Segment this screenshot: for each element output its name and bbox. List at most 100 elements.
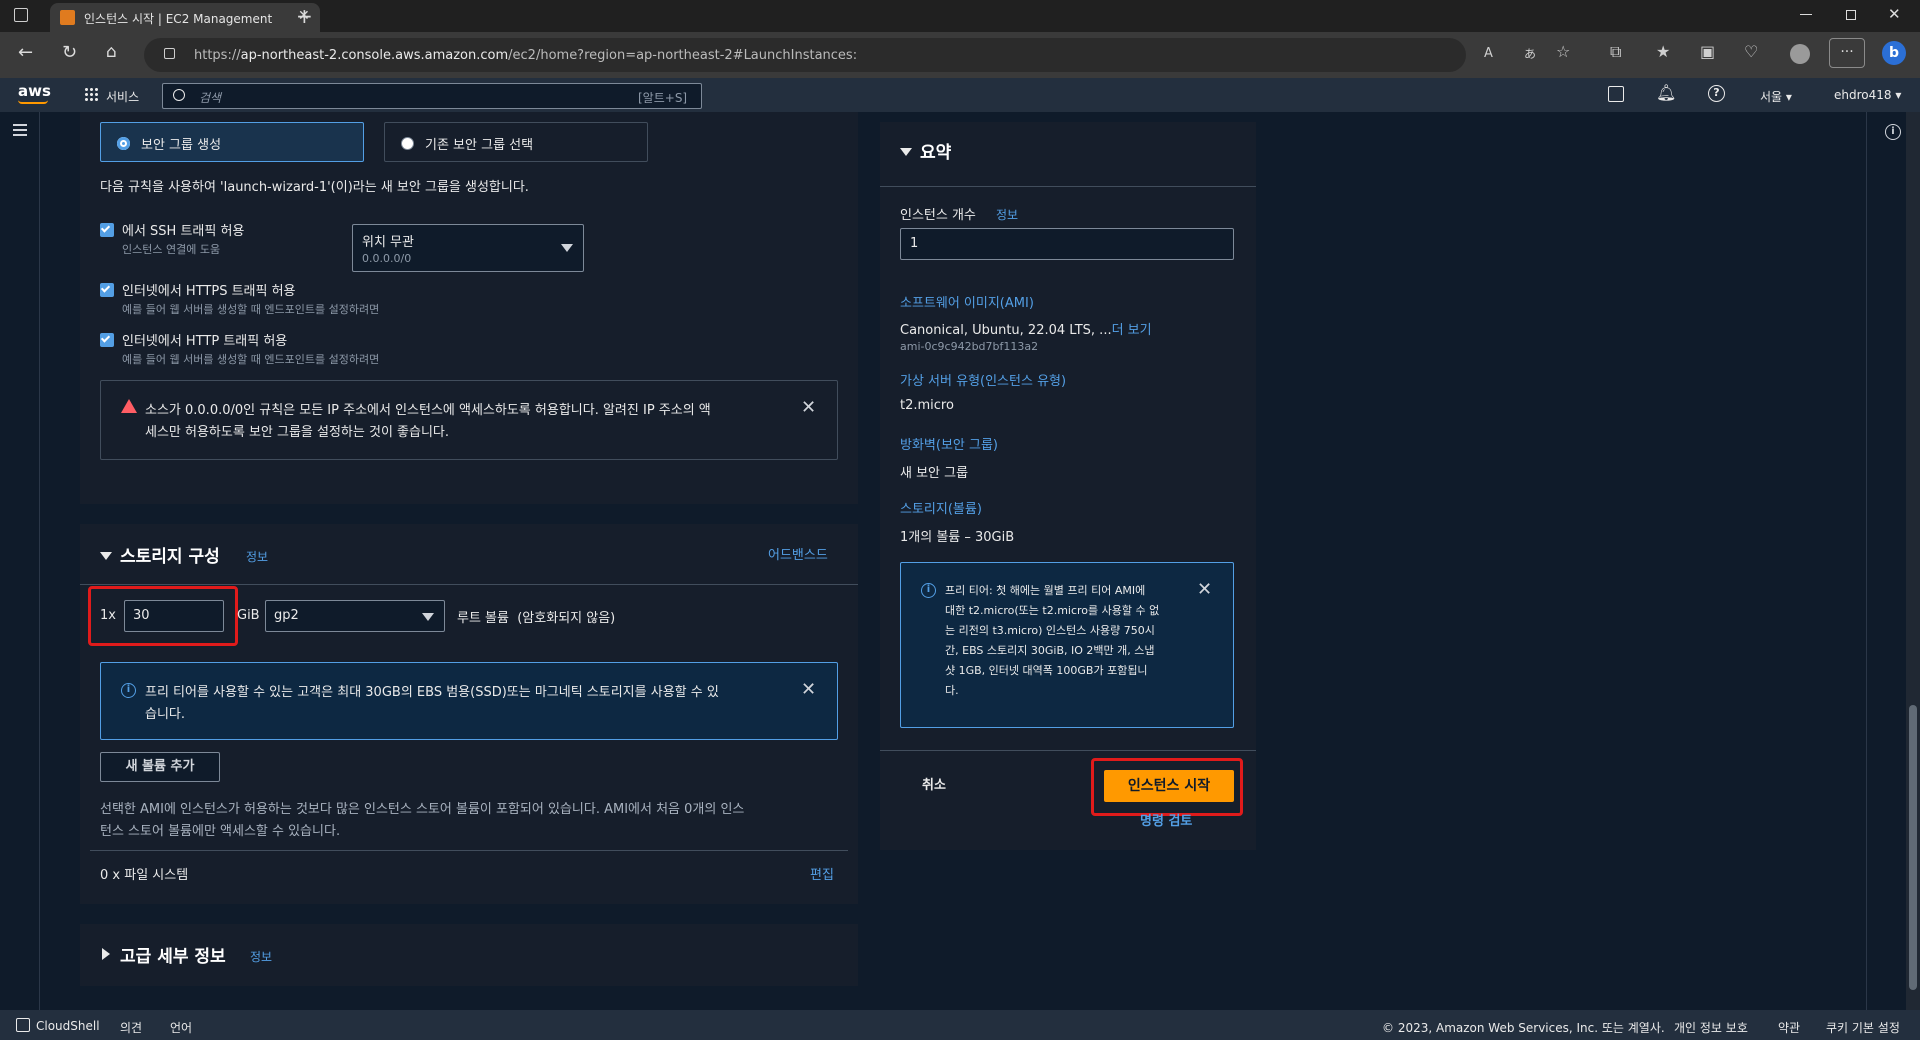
read-aloud-icon[interactable]: A: [1484, 46, 1493, 61]
console-footer: CloudShell 의견 언어 © 2023, Amazon Web Serv…: [0, 1010, 1920, 1040]
add-volume-button[interactable]: 새 볼륨 추가: [100, 752, 220, 782]
summary-title: 요약: [920, 143, 952, 163]
http-label: 인터넷에서 HTTP 트래픽 허용: [122, 334, 288, 349]
instance-type-link[interactable]: 가상 서버 유형(인스턴스 유형): [900, 370, 1066, 389]
existing-security-group-radio[interactable]: 기존 보안 그룹 선택: [384, 122, 648, 162]
more-menu-icon[interactable]: ···: [1829, 38, 1865, 68]
ssh-source-select[interactable]: 위치 무관 0.0.0.0/0: [352, 224, 584, 272]
warning-text-line2: 세스만 허용하도록 보안 그룹을 설정하는 것이 좋습니다.: [145, 425, 450, 440]
volume-size-input[interactable]: 30: [124, 600, 224, 632]
hamburger-menu-icon[interactable]: [13, 124, 27, 136]
region-selector[interactable]: 서울 ▾: [1760, 88, 1792, 105]
ami-more-link[interactable]: 더 보기: [1112, 323, 1152, 338]
file-systems-label: 0 x 파일 시스템: [100, 868, 189, 883]
ssh-checkbox[interactable]: [100, 223, 114, 237]
storage-info-link[interactable]: 정보: [246, 548, 268, 565]
cancel-button[interactable]: 취소: [922, 774, 946, 793]
ssh-sub: 인스턴스 연결에 도움: [122, 243, 221, 256]
favorites-bar-icon[interactable]: ★: [1656, 42, 1670, 61]
free-tier-line: 다.: [945, 684, 959, 697]
radio-selected-icon: [117, 137, 130, 150]
chevron-down-icon: [422, 613, 434, 621]
search-input[interactable]: 검색 [알트+S]: [162, 83, 702, 109]
edit-file-systems-link[interactable]: 편집: [810, 864, 834, 883]
cloudshell-icon: [16, 1018, 30, 1032]
free-tier-storage-line2: 습니다.: [145, 707, 186, 722]
translate-icon[interactable]: あ: [1524, 45, 1536, 62]
existing-security-group-label: 기존 보안 그룹 선택: [425, 138, 534, 153]
services-grid-icon[interactable]: [84, 87, 98, 101]
favorite-icon[interactable]: ☆: [1556, 42, 1570, 61]
http-checkbox[interactable]: [100, 333, 114, 347]
advanced-link[interactable]: 어드밴스드: [768, 544, 828, 563]
warning-text-line1: 소스가 0.0.0.0/0인 규칙은 모든 IP 주소에서 인스턴스에 액세스하…: [145, 403, 711, 418]
close-window-icon[interactable]: ✕: [1888, 5, 1901, 23]
left-side-rail: [0, 112, 40, 1010]
health-icon[interactable]: ♡: [1744, 42, 1758, 61]
account-menu[interactable]: ehdro418 ▾: [1834, 88, 1901, 102]
https-checkbox[interactable]: [100, 283, 114, 297]
tab-title: 인스턴스 시작 | EC2 Management: [84, 12, 273, 26]
cookie-preferences-link[interactable]: 쿠키 기본 설정: [1826, 1019, 1900, 1036]
notifications-icon[interactable]: 🔔︎: [1656, 83, 1676, 102]
divider: [880, 750, 1256, 751]
restore-icon[interactable]: [1846, 10, 1856, 20]
volume-type-select[interactable]: gp2: [265, 600, 445, 632]
terms-link[interactable]: 약관: [1778, 1019, 1800, 1036]
https-label: 인터넷에서 HTTPS 트래픽 허용: [122, 284, 296, 299]
extensions-icon[interactable]: ⧉: [1610, 42, 1621, 62]
tab-actions-icon[interactable]: [14, 8, 28, 22]
feedback-link[interactable]: 의견: [120, 1019, 142, 1036]
firewall-value: 새 보안 그룹: [900, 466, 969, 481]
free-tier-line: 프리 티어: 첫 해에는 월별 프리 티어 AMI에: [945, 584, 1146, 597]
instance-type-value: t2.micro: [900, 398, 954, 413]
storage-link[interactable]: 스토리지(볼륨): [900, 498, 982, 517]
search-icon: [173, 89, 185, 101]
volume-type-value: gp2: [274, 608, 299, 623]
address-bar[interactable]: https://ap-northeast-2.console.aws.amazo…: [144, 38, 1493, 72]
divider: [880, 186, 1256, 187]
free-tier-storage-line1: 프리 티어를 사용할 수 있는 고객은 최대 30GB의 EBS 범용(SSD)…: [145, 685, 719, 700]
info-panel-icon[interactable]: i: [1885, 124, 1901, 140]
review-commands-link[interactable]: 명령 검토: [1140, 810, 1192, 829]
create-security-group-radio[interactable]: 보안 그룹 생성: [100, 122, 364, 162]
help-icon[interactable]: ?: [1708, 85, 1725, 102]
close-icon[interactable]: ✕: [801, 397, 816, 418]
close-icon[interactable]: ✕: [801, 679, 816, 700]
profile-avatar[interactable]: [1790, 44, 1810, 64]
expand-triangle-icon[interactable]: [102, 948, 110, 960]
minimize-icon[interactable]: [1800, 14, 1812, 15]
home-icon[interactable]: ⌂: [106, 42, 117, 62]
ssh-label: 에서 SSH 트래픽 허용: [122, 224, 245, 239]
advanced-info-link[interactable]: 정보: [250, 948, 272, 965]
cloudshell-icon[interactable]: [1608, 86, 1624, 102]
collapse-triangle-icon[interactable]: [100, 552, 112, 560]
cloudshell-link[interactable]: CloudShell: [36, 1019, 100, 1033]
back-icon[interactable]: ←: [18, 42, 33, 63]
network-settings-card: 보안 그룹 생성 기존 보안 그룹 선택 다음 규칙을 사용하여 'launch…: [80, 112, 858, 504]
ami-link[interactable]: 소프트웨어 이미지(AMI): [900, 292, 1034, 311]
aws-top-nav: aws 서비스 검색 [알트+S] 🔔︎ ? 서울 ▾ ehdro418 ▾: [0, 78, 1920, 112]
search-shortcut: [알트+S]: [638, 91, 688, 105]
services-menu[interactable]: 서비스: [106, 88, 139, 105]
divider: [90, 850, 848, 851]
browser-tab-active[interactable]: 인스턴스 시작 | EC2 Management ✕: [50, 3, 320, 32]
lock-icon: [164, 48, 175, 59]
scrollbar-thumb[interactable]: [1909, 705, 1917, 990]
language-link[interactable]: 언어: [170, 1019, 192, 1036]
firewall-link[interactable]: 방화벽(보안 그룹): [900, 434, 998, 453]
close-icon[interactable]: ✕: [1197, 579, 1212, 600]
launch-instance-button[interactable]: 인스턴스 시작: [1104, 770, 1234, 802]
aws-logo[interactable]: aws: [18, 82, 51, 100]
instance-count-input[interactable]: 1: [900, 228, 1234, 260]
collapse-triangle-icon[interactable]: [900, 148, 912, 156]
chevron-down-icon: [561, 244, 573, 252]
refresh-icon[interactable]: ↻: [62, 42, 77, 63]
collections-icon[interactable]: ▣: [1700, 42, 1715, 61]
copilot-icon[interactable]: b: [1882, 41, 1906, 65]
advanced-title[interactable]: 고급 세부 정보: [120, 942, 226, 967]
new-tab-icon[interactable]: +: [296, 4, 313, 28]
storage-card: 스토리지 구성 정보 어드밴스드 1x 30 GiB gp2 루트 볼륨 (암호…: [80, 524, 858, 904]
privacy-link[interactable]: 개인 정보 보호: [1674, 1019, 1748, 1036]
instance-count-info-link[interactable]: 정보: [996, 206, 1018, 223]
